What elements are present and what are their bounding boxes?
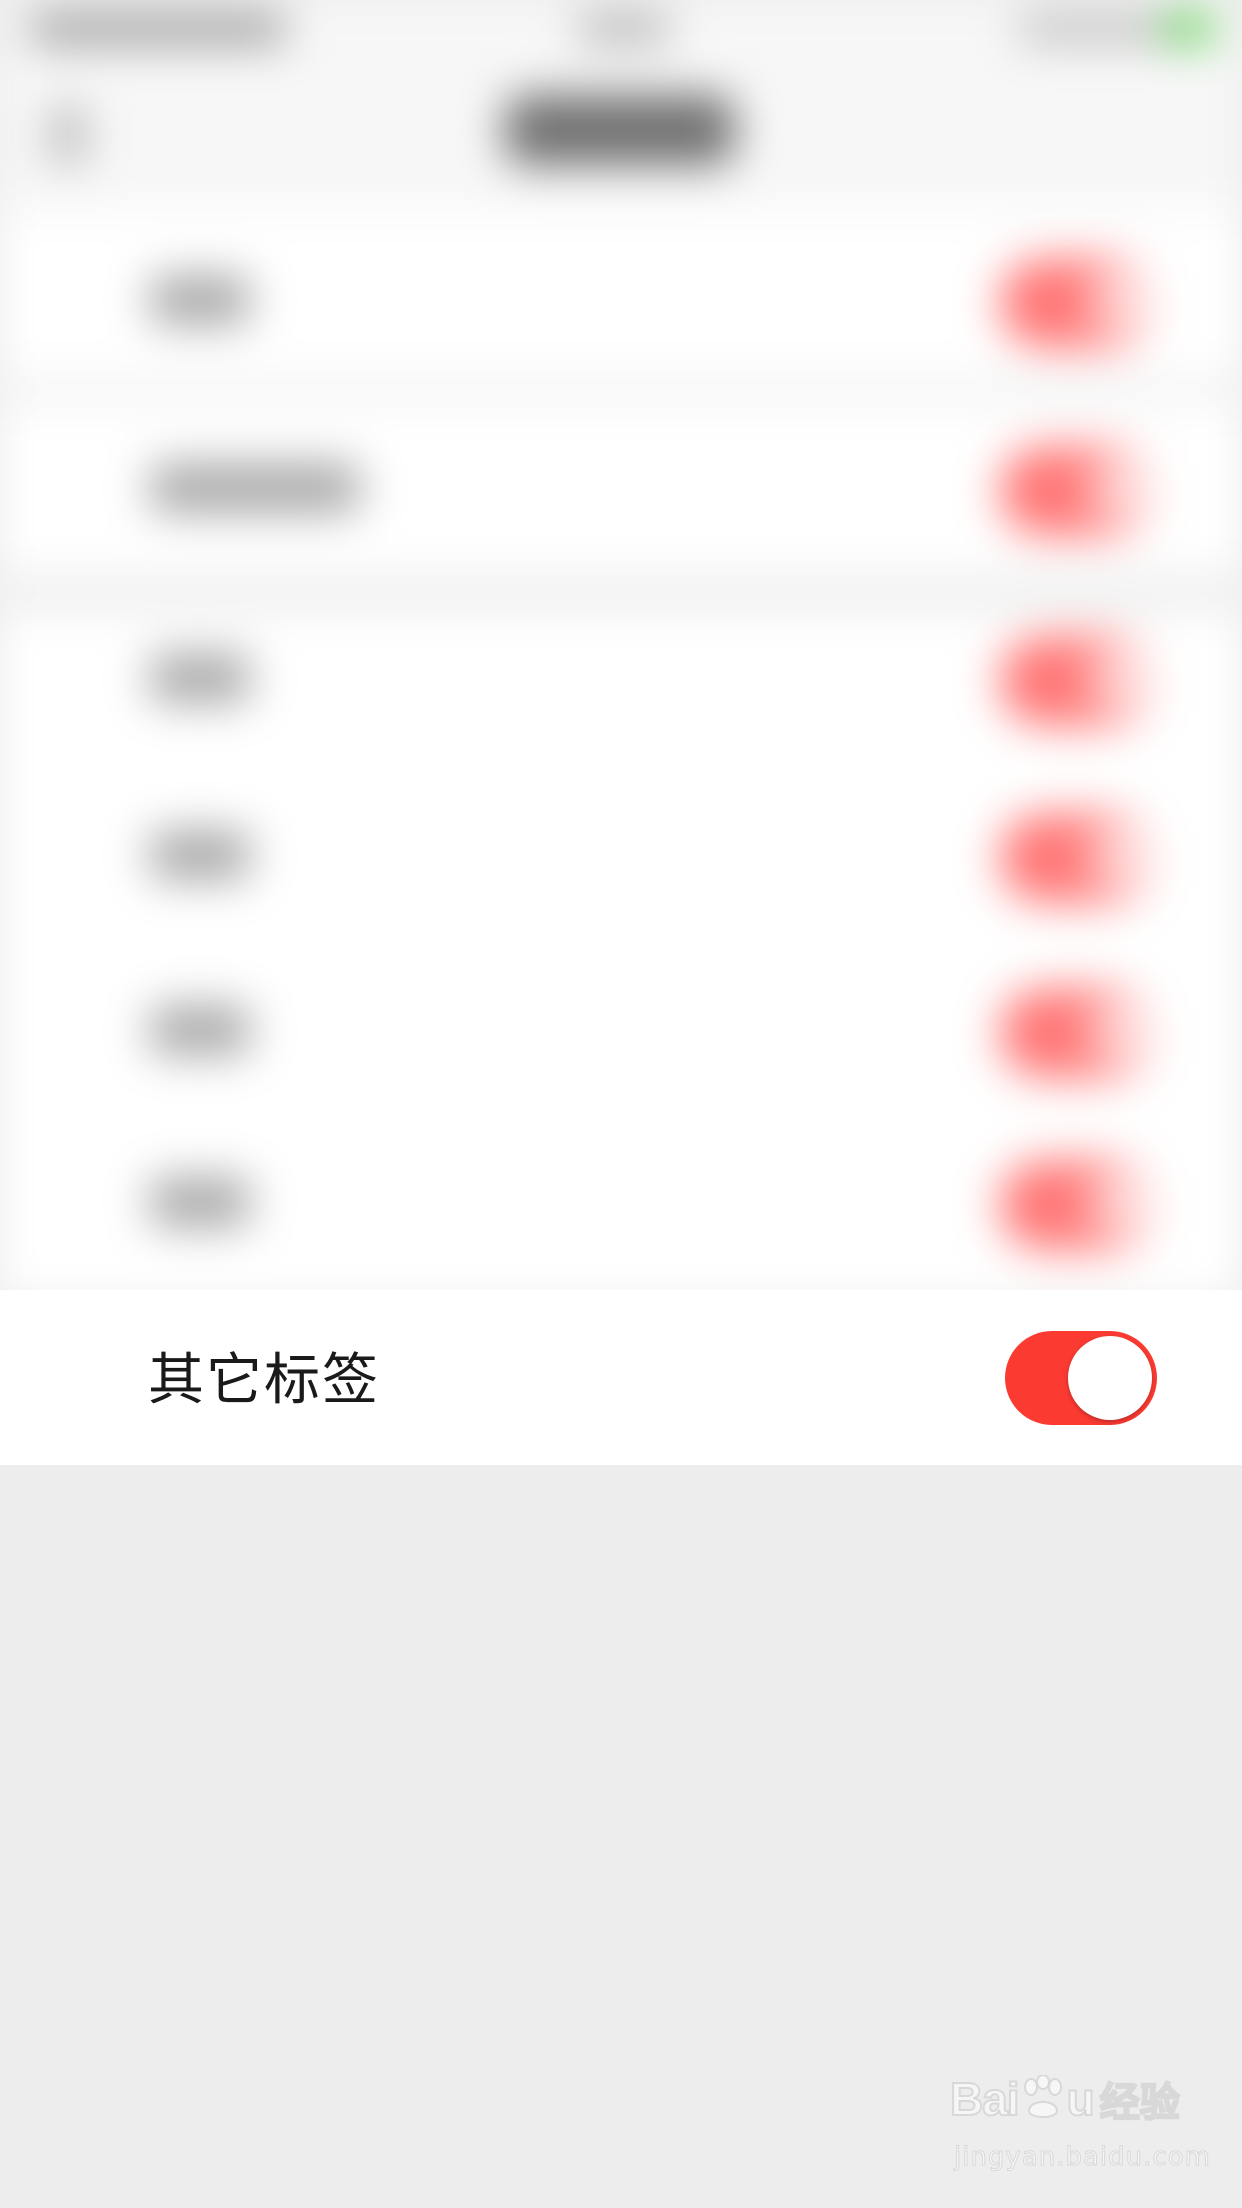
blurred-row-label (150, 275, 250, 325)
blurred-toggle (1000, 258, 1150, 348)
blurred-toggle (1000, 1160, 1150, 1250)
blurred-toggle (1000, 446, 1150, 536)
back-icon (50, 105, 86, 165)
blurred-surface (0, 0, 1242, 1300)
blurred-background (0, 0, 1242, 1300)
clock-blurred (576, 14, 672, 44)
blurred-toggle (1000, 636, 1150, 726)
screen: 其它标签 Bai u 经验 jingyan.baidu.com (0, 0, 1242, 2208)
watermark-brand-suffix: u (1066, 2072, 1096, 2126)
setting-row-other-tags: 其它标签 (0, 1290, 1242, 1465)
blurred-setting-row (0, 1112, 1242, 1292)
blurred-toggle (1000, 988, 1150, 1078)
watermark-logo: Bai u 经验 (949, 2070, 1181, 2128)
blurred-row-label (150, 1005, 250, 1055)
section-gap (0, 575, 1242, 611)
divider (0, 380, 1242, 400)
blurred-row-label (150, 1177, 250, 1227)
blurred-toggle-knob (1088, 825, 1150, 887)
page-title-blurred (505, 95, 735, 165)
watermark-url: jingyan.baidu.com (954, 2142, 1211, 2173)
toggle-knob (1068, 1336, 1152, 1420)
watermark-cn: 经验 (1099, 2079, 1181, 2127)
blurred-setting-row (0, 210, 1242, 390)
blurred-row-label (150, 463, 360, 513)
navigation-bar (0, 60, 1242, 210)
blurred-toggle-knob (1088, 1000, 1150, 1062)
blurred-setting-row (0, 940, 1242, 1120)
baidu-jingyan-watermark: Bai u 经验 jingyan.baidu.com (949, 2070, 1210, 2190)
blurred-setting-row (0, 765, 1242, 945)
blurred-setting-row (0, 398, 1242, 578)
watermark-brand: Bai (949, 2072, 1021, 2126)
blurred-toggle-knob (1088, 648, 1150, 710)
blurred-toggle-knob (1088, 458, 1150, 520)
status-icons-blurred (1016, 14, 1186, 44)
blurred-row-label (150, 830, 250, 880)
other-tags-toggle[interactable] (1005, 1331, 1157, 1425)
blurred-setting-row (0, 588, 1242, 768)
carrier-signal-blurred (28, 14, 288, 44)
status-bar (0, 0, 1242, 60)
blurred-toggle (1000, 813, 1150, 903)
blurred-toggle-knob (1088, 1172, 1150, 1234)
blurred-toggle-knob (1088, 270, 1150, 332)
paw-icon (1023, 2075, 1062, 2118)
battery-icon (1164, 14, 1214, 44)
row-label: 其它标签 (148, 1348, 380, 1411)
blurred-row-label (150, 653, 250, 703)
